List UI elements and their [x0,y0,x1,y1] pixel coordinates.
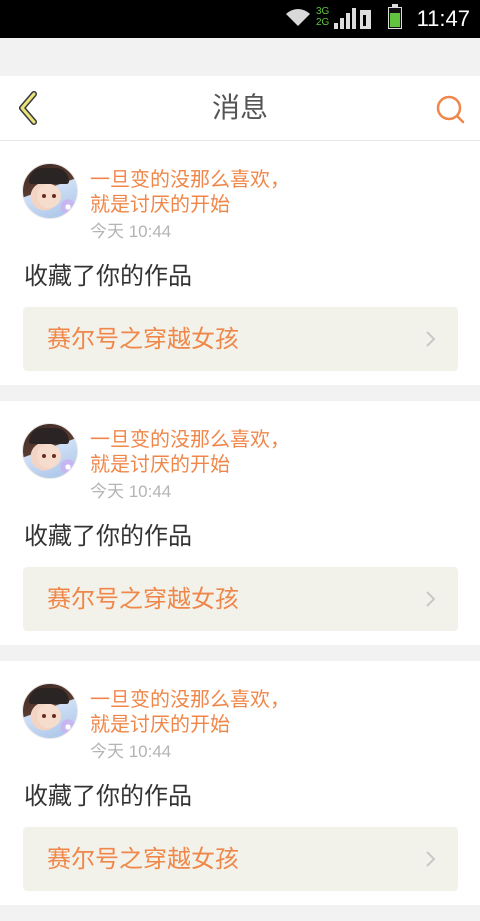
work-link-row[interactable]: 赛尔号之穿越女孩 [23,567,458,631]
avatar[interactable] [22,163,78,219]
work-title: 赛尔号之穿越女孩 [47,845,239,873]
message-card: 一旦变的没那么喜欢，就是讨厌的开始 今天 10:44 收藏了你的作品 赛尔号之穿… [0,401,480,645]
chevron-right-icon [426,851,436,867]
work-title: 赛尔号之穿越女孩 [47,325,239,353]
username-link[interactable]: 一旦变的没那么喜欢，就是讨厌的开始 [90,427,290,477]
signal-strength-icon [334,8,371,29]
page-title: 消息 [211,91,268,124]
wifi-icon [286,9,310,26]
status-bar: 3G 2G 11:47 [0,0,480,38]
message-action-text: 收藏了你的作品 [24,782,192,810]
work-title: 赛尔号之穿越女孩 [47,585,239,613]
work-link-row[interactable]: 赛尔号之穿越女孩 [23,827,458,891]
message-time: 今天 10:44 [90,482,172,501]
chevron-right-icon [426,591,436,607]
status-time: 11:47 [416,6,470,31]
message-time: 今天 10:44 [90,742,172,761]
work-link-row[interactable]: 赛尔号之穿越女孩 [23,307,458,371]
search-icon[interactable] [434,93,466,125]
battery-icon [388,4,402,29]
message-card: 一旦变的没那么喜欢，就是讨厌的开始 今天 10:44 收藏了你的作品 赛尔号之穿… [0,661,480,905]
message-card: 一旦变的没那么喜欢，就是讨厌的开始 今天 10:44 收藏了你的作品 赛尔号之穿… [0,141,480,385]
message-time: 今天 10:44 [90,222,172,241]
username-link[interactable]: 一旦变的没那么喜欢，就是讨厌的开始 [90,167,290,217]
username-link[interactable]: 一旦变的没那么喜欢，就是讨厌的开始 [90,687,290,737]
top-app-bar: 消息 [0,76,480,141]
chevron-right-icon [426,331,436,347]
network-type-indicator: 3G 2G [316,6,330,28]
message-action-text: 收藏了你的作品 [24,262,192,290]
avatar[interactable] [22,423,78,479]
avatar[interactable] [22,683,78,739]
message-list: 一旦变的没那么喜欢，就是讨厌的开始 今天 10:44 收藏了你的作品 赛尔号之穿… [0,141,480,921]
message-action-text: 收藏了你的作品 [24,522,192,550]
